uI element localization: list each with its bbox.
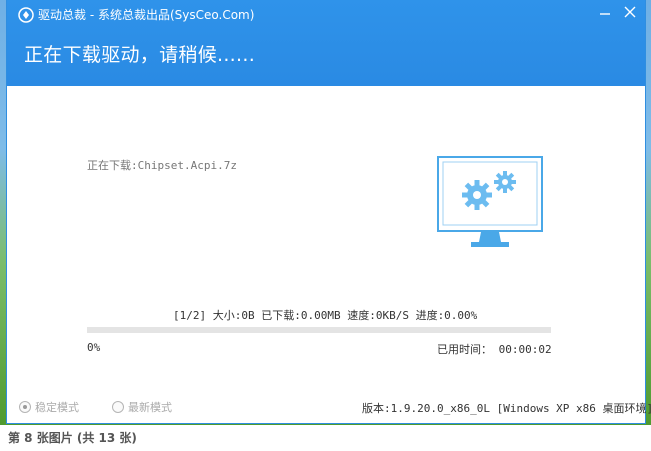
radio-checked-icon	[19, 401, 31, 413]
version-info: 版本:1.9.20.0_x86_0L [Windows XP x86 桌面环境]	[362, 402, 651, 415]
progress-bar	[87, 327, 551, 333]
window-content: 正在下载:Chipset.Acpi.7z [1/2] 大小:0B 已下载:0.0…	[7, 86, 651, 423]
app-logo-icon	[18, 7, 34, 23]
elapsed-label: 已用时间：	[437, 343, 492, 356]
elapsed-value: 00:00:02	[498, 343, 552, 356]
current-file-label: 正在下载:Chipset.Acpi.7z	[87, 159, 237, 172]
minimize-icon	[600, 13, 610, 15]
image-caption: 第 8 张图片 (共 13 张)	[8, 431, 137, 445]
radio-unchecked-icon	[112, 401, 124, 413]
close-icon	[624, 6, 636, 18]
installer-window: 驱动总裁 - 系统总裁出品(SysCeo.Com) 正在下载驱动，请稍候....…	[7, 0, 651, 423]
radio-stable-mode[interactable]: 稳定模式	[19, 399, 79, 415]
window-title: 驱动总裁 - 系统总裁出品(SysCeo.Com)	[38, 8, 255, 22]
radio-stable-label: 稳定模式	[35, 401, 79, 414]
monitor-gears-icon	[437, 156, 543, 251]
status-headline: 正在下载驱动，请稍候......	[24, 44, 256, 66]
progress-percent: 0%	[87, 341, 101, 354]
minimize-button[interactable]	[595, 4, 615, 22]
close-button[interactable]	[620, 4, 640, 22]
screenshot: 驱动总裁 - 系统总裁出品(SysCeo.Com) 正在下载驱动，请稍候....…	[0, 0, 651, 451]
radio-latest-label: 最新模式	[128, 401, 172, 414]
window-header: 驱动总裁 - 系统总裁出品(SysCeo.Com) 正在下载驱动，请稍候....…	[7, 0, 645, 86]
download-stats: [1/2] 大小:0B 已下载:0.00MB 速度:0KB/S 进度:0.00%	[173, 309, 478, 322]
elapsed-time: 已用时间： 00:00:02	[437, 341, 552, 357]
radio-latest-mode[interactable]: 最新模式	[112, 399, 172, 415]
